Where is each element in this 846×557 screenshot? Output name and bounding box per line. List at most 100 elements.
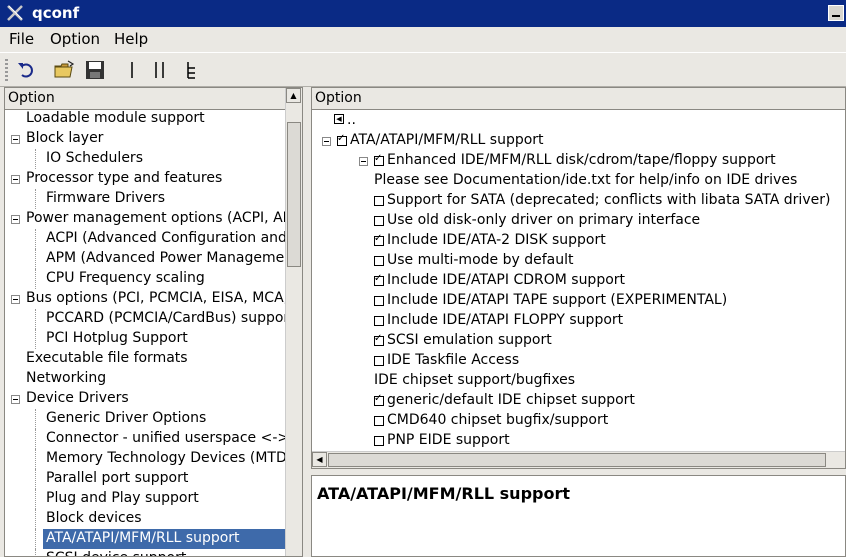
option-item[interactable]: ATA/ATAPI/MFM/RLL support [312,131,845,151]
menu-tree-item[interactable]: Block layer [5,129,285,149]
option-item-label: .. [347,112,356,128]
option-checkbox[interactable] [374,316,384,326]
collapse-icon[interactable] [322,137,331,146]
full-view-icon[interactable] [180,59,202,81]
menu-tree-item[interactable]: Loadable module support [5,109,285,129]
menu-tree-item-label: ACPI (Advanced Configuration and Power I… [46,230,285,246]
menu-tree-header[interactable]: Option [5,88,302,110]
menu-tree-item[interactable]: Firmware Drivers [5,189,285,209]
menu-tree-item-label: Block devices [46,510,142,526]
menu-tree-item-label: Bus options (PCI, PCMCIA, EISA, MCA, ISA… [26,290,285,306]
option-item-label: Include IDE/ATAPI CDROM support [387,272,626,288]
option-checkbox[interactable] [374,273,384,286]
option-item[interactable]: SCSI emulation support [312,331,845,351]
option-item[interactable]: Enhanced IDE/MFM/RLL disk/cdrom/tape/flo… [312,151,845,171]
tree-line [35,509,36,529]
menu-tree-item[interactable]: Connector - unified userspace <-> kernel… [5,429,285,449]
menu-tree-item[interactable]: Bus options (PCI, PCMCIA, EISA, MCA, ISA… [5,289,285,309]
menu-tree-item[interactable]: Plug and Play support [5,489,285,509]
option-item[interactable]: ◀.. [312,111,845,131]
menu-help[interactable]: Help [114,30,148,48]
menu-tree-item[interactable]: Device Drivers [5,389,285,409]
menu-tree-item[interactable]: Networking [5,369,285,389]
option-item[interactable]: Include IDE/ATAPI TAPE support (EXPERIME… [312,291,845,311]
scroll-up-icon[interactable]: ▲ [286,88,301,103]
option-item[interactable]: Include IDE/ATA-2 DISK support [312,231,845,251]
menu-tree-item[interactable]: PCCARD (PCMCIA/CardBus) support [5,309,285,329]
menu-tree-item-label: Memory Technology Devices (MTD) [46,450,285,466]
option-checkbox[interactable] [374,233,384,246]
scrollbar-thumb[interactable] [287,122,301,267]
window-titlebar[interactable]: qconf [0,0,846,27]
menu-tree-scrollbar[interactable]: ▲ [285,88,302,556]
menu-tree-panel: Option Loadable module support Block laye… [4,87,303,557]
parent-menu-icon[interactable]: ◀ [334,114,344,124]
menu-option[interactable]: Option [50,30,100,48]
option-checkbox[interactable] [374,393,384,406]
single-view-icon[interactable] [121,59,143,81]
option-checkbox[interactable] [374,153,384,166]
save-disk-icon[interactable] [84,59,106,81]
menu-tree-item[interactable]: Block devices [5,509,285,529]
option-item[interactable]: Support for SATA (deprecated; conflicts … [312,191,845,211]
option-list-hscrollbar[interactable]: ◀ [312,451,845,468]
undo-icon[interactable] [16,59,38,81]
option-item-label: generic/default IDE chipset support [387,392,635,408]
option-checkbox[interactable] [374,333,384,346]
option-checkbox[interactable] [337,133,347,146]
menu-tree-item[interactable]: PCI Hotplug Support [5,329,285,349]
menu-tree-item[interactable]: Processor type and features [5,169,285,189]
collapse-icon[interactable] [11,395,20,404]
option-checkbox[interactable] [374,416,384,426]
option-item-label: IDE Taskfile Access [387,352,520,368]
open-folder-icon[interactable] [53,59,75,81]
scroll-left-icon[interactable]: ◀ [312,452,327,467]
option-item[interactable]: Please see Documentation/ide.txt for hel… [312,171,845,191]
menu-tree-item[interactable]: ACPI (Advanced Configuration and Power I… [5,229,285,249]
split-view-icon[interactable] [149,59,171,81]
option-checkbox[interactable] [374,296,384,306]
option-item[interactable]: CMD640 chipset bugfix/support [312,411,845,431]
menu-tree-item[interactable]: SCSI device support [5,549,285,556]
collapse-icon[interactable] [11,175,20,184]
collapse-icon[interactable] [359,157,368,166]
minimize-button[interactable] [828,5,844,21]
option-checkbox[interactable] [374,356,384,366]
menu-tree-item[interactable]: Power management options (ACPI, APM) [5,209,285,229]
menu-tree-item[interactable]: ATA/ATAPI/MFM/RLL support [5,529,285,549]
menu-tree-item[interactable]: Generic Driver Options [5,409,285,429]
option-checkbox[interactable] [374,196,384,206]
menu-tree-item-label: ATA/ATAPI/MFM/RLL support [46,530,240,546]
menu-file[interactable]: File [9,30,34,48]
option-checkbox[interactable] [374,256,384,266]
hscrollbar-thumb[interactable] [328,453,826,467]
menu-tree-item-label: Networking [26,370,107,386]
collapse-icon[interactable] [11,135,20,144]
option-item[interactable]: Use multi-mode by default [312,251,845,271]
menu-tree-item-label: PCCARD (PCMCIA/CardBus) support [46,310,285,326]
option-item[interactable]: IDE chipset support/bugfixes [312,371,845,391]
collapse-icon[interactable] [11,295,20,304]
option-item[interactable]: IDE Taskfile Access [312,351,845,371]
collapse-icon[interactable] [11,215,20,224]
help-title: ATA/ATAPI/MFM/RLL support [317,484,571,503]
toolbar-grip[interactable] [5,59,8,81]
menu-tree-item-label: APM (Advanced Power Management) BIOS Sup… [46,250,285,266]
menu-tree-item[interactable]: Executable file formats [5,349,285,369]
menu-tree-item-label: CPU Frequency scaling [46,270,205,286]
menu-tree-item[interactable]: Memory Technology Devices (MTD) [5,449,285,469]
option-item[interactable]: Use old disk-only driver on primary inte… [312,211,845,231]
menu-tree-item[interactable]: IO Schedulers [5,149,285,169]
option-checkbox[interactable] [374,216,384,226]
option-item-label: Please see Documentation/ide.txt for hel… [374,172,798,188]
option-item[interactable]: PNP EIDE support [312,431,845,451]
menu-tree-item[interactable]: Parallel port support [5,469,285,489]
option-item[interactable]: generic/default IDE chipset support [312,391,845,411]
option-item[interactable]: Include IDE/ATAPI CDROM support [312,271,845,291]
option-checkbox[interactable] [374,436,384,446]
option-item[interactable]: Include IDE/ATAPI FLOPPY support [312,311,845,331]
menu-tree-item[interactable]: CPU Frequency scaling [5,269,285,289]
menu-tree-item-label: Power management options (ACPI, APM) [26,210,285,226]
option-list-header[interactable]: Option [312,88,845,110]
menu-tree-item[interactable]: APM (Advanced Power Management) BIOS Sup… [5,249,285,269]
